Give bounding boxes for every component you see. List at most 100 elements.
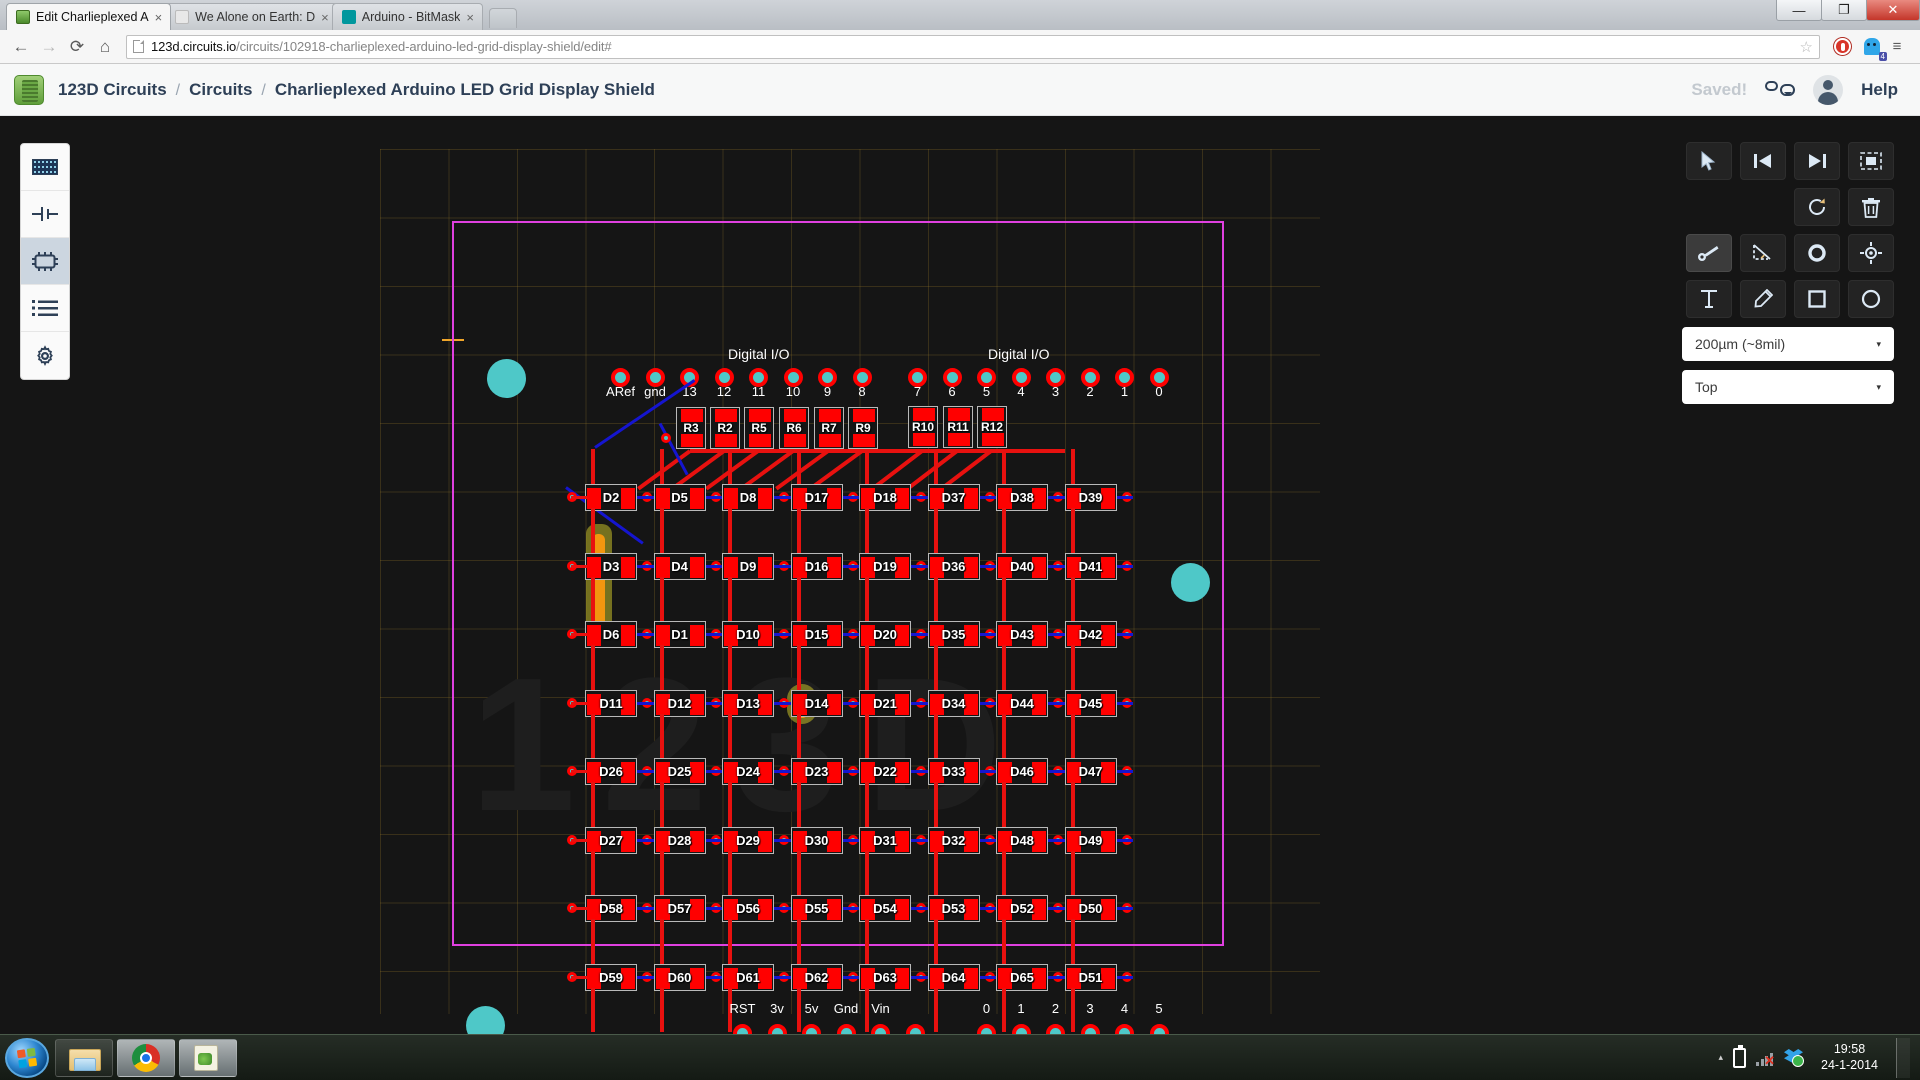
led-component[interactable]: D14 — [791, 690, 843, 717]
resistor[interactable]: R3 — [676, 407, 706, 449]
top-layer-trace[interactable] — [728, 851, 732, 896]
led-component[interactable]: D45 — [1065, 690, 1117, 717]
bottom-layer-trace[interactable] — [774, 907, 791, 910]
top-layer-trace[interactable] — [728, 645, 732, 690]
led-component[interactable]: D5 — [654, 484, 706, 511]
led-component[interactable]: D47 — [1065, 758, 1117, 785]
top-layer-trace[interactable] — [797, 449, 801, 485]
led-component[interactable]: D53 — [928, 895, 980, 922]
top-layer-trace[interactable] — [728, 508, 732, 553]
bottom-layer-trace[interactable] — [706, 702, 723, 705]
app-logo-icon[interactable] — [14, 75, 44, 105]
led-component[interactable]: D17 — [791, 484, 843, 511]
top-layer-trace[interactable] — [1002, 714, 1006, 759]
header-pad[interactable] — [768, 1024, 787, 1034]
top-layer-trace[interactable] — [591, 851, 595, 896]
bottom-layer-trace[interactable] — [843, 770, 860, 773]
user-avatar[interactable] — [1813, 75, 1843, 105]
header-pad[interactable] — [733, 1024, 752, 1034]
rectangle-tool[interactable] — [1794, 280, 1840, 318]
top-layer-trace[interactable] — [1071, 714, 1075, 759]
top-layer-trace[interactable] — [865, 449, 869, 485]
top-layer-trace[interactable] — [1071, 782, 1075, 827]
led-component[interactable]: D8 — [722, 484, 774, 511]
bottom-layer-trace[interactable] — [637, 770, 654, 773]
top-layer-trace[interactable] — [934, 988, 938, 1033]
led-component[interactable]: D59 — [585, 964, 637, 991]
resistor[interactable]: R9 — [848, 407, 878, 449]
led-component[interactable]: D1 — [654, 621, 706, 648]
bottom-layer-trace[interactable] — [1048, 565, 1065, 568]
bottom-layer-trace[interactable] — [911, 496, 928, 499]
address-bar[interactable]: 123d.circuits.io/circuits/102918-charlie… — [126, 35, 1820, 59]
dropbox-icon[interactable] — [1784, 1049, 1803, 1066]
resistor[interactable]: R12 — [977, 406, 1007, 448]
alignment-target-tool[interactable] — [1848, 234, 1894, 272]
sidebar-item-schematic[interactable] — [21, 191, 69, 238]
bottom-layer-trace[interactable] — [911, 976, 928, 979]
bottom-layer-trace[interactable] — [1117, 976, 1134, 979]
bottom-layer-trace[interactable] — [980, 496, 997, 499]
bottom-layer-trace[interactable] — [980, 770, 997, 773]
bottom-layer-trace[interactable] — [774, 633, 791, 636]
led-component[interactable]: D15 — [791, 621, 843, 648]
resistor[interactable]: R10 — [908, 406, 938, 448]
top-layer-trace[interactable] — [591, 645, 595, 690]
adblock-extension-button[interactable] — [1830, 34, 1855, 59]
led-component[interactable]: D61 — [722, 964, 774, 991]
sidebar-item-settings[interactable] — [21, 332, 69, 379]
delete-tool[interactable] — [1848, 188, 1894, 226]
top-layer-trace[interactable] — [728, 577, 732, 622]
step-back-tool[interactable] — [1740, 142, 1786, 180]
top-layer-trace[interactable] — [591, 988, 595, 1033]
led-component[interactable]: D26 — [585, 758, 637, 785]
top-layer-trace[interactable] — [934, 645, 938, 690]
led-component[interactable]: D32 — [928, 827, 980, 854]
led-component[interactable]: D57 — [654, 895, 706, 922]
bottom-layer-trace[interactable] — [911, 839, 928, 842]
led-component[interactable]: D12 — [654, 690, 706, 717]
resistor[interactable]: R6 — [779, 407, 809, 449]
led-component[interactable]: D6 — [585, 621, 637, 648]
header-pad[interactable] — [802, 1024, 821, 1034]
top-layer-trace[interactable] — [660, 508, 664, 553]
reload-button[interactable]: ⟳ — [64, 34, 90, 60]
notepadpp-taskbar-button[interactable] — [179, 1039, 237, 1077]
bottom-layer-trace[interactable] — [706, 633, 723, 636]
top-layer-trace[interactable] — [571, 633, 587, 636]
top-layer-trace[interactable] — [865, 851, 869, 896]
bottom-layer-trace[interactable] — [706, 976, 723, 979]
bottom-layer-trace[interactable] — [1117, 633, 1134, 636]
led-component[interactable]: D63 — [859, 964, 911, 991]
browser-tab-0[interactable]: Edit Charlieplexed A × — [6, 3, 171, 30]
led-component[interactable]: D4 — [654, 553, 706, 580]
led-component[interactable]: D33 — [928, 758, 980, 785]
sidebar-item-breadboard[interactable] — [21, 144, 69, 191]
bottom-layer-trace[interactable] — [980, 565, 997, 568]
led-component[interactable]: D16 — [791, 553, 843, 580]
bottom-layer-trace[interactable] — [843, 702, 860, 705]
via-tool[interactable] — [1794, 234, 1840, 272]
top-layer-trace[interactable] — [728, 782, 732, 827]
bottom-layer-trace[interactable] — [843, 633, 860, 636]
layer-dropdown[interactable]: Top ▾ — [1682, 370, 1894, 404]
sidebar-item-pcb[interactable] — [21, 238, 69, 285]
bottom-layer-trace[interactable] — [1048, 496, 1065, 499]
bottom-layer-trace[interactable] — [1117, 496, 1134, 499]
bottom-layer-trace[interactable] — [637, 496, 654, 499]
resistor[interactable]: R5 — [744, 407, 774, 449]
header-pad[interactable] — [837, 1024, 856, 1034]
led-component[interactable]: D20 — [859, 621, 911, 648]
led-component[interactable]: D46 — [996, 758, 1048, 785]
tab-close-icon[interactable]: × — [321, 11, 329, 24]
led-component[interactable]: D56 — [722, 895, 774, 922]
top-layer-trace[interactable] — [934, 782, 938, 827]
header-pad[interactable] — [1115, 1024, 1134, 1034]
select-area-tool[interactable] — [1848, 142, 1894, 180]
bottom-layer-trace[interactable] — [980, 633, 997, 636]
led-component[interactable]: D48 — [996, 827, 1048, 854]
led-component[interactable]: D62 — [791, 964, 843, 991]
ghostery-extension-button[interactable]: 4 — [1859, 34, 1884, 59]
top-layer-trace[interactable] — [1071, 508, 1075, 553]
show-desktop-button[interactable] — [1896, 1038, 1910, 1078]
